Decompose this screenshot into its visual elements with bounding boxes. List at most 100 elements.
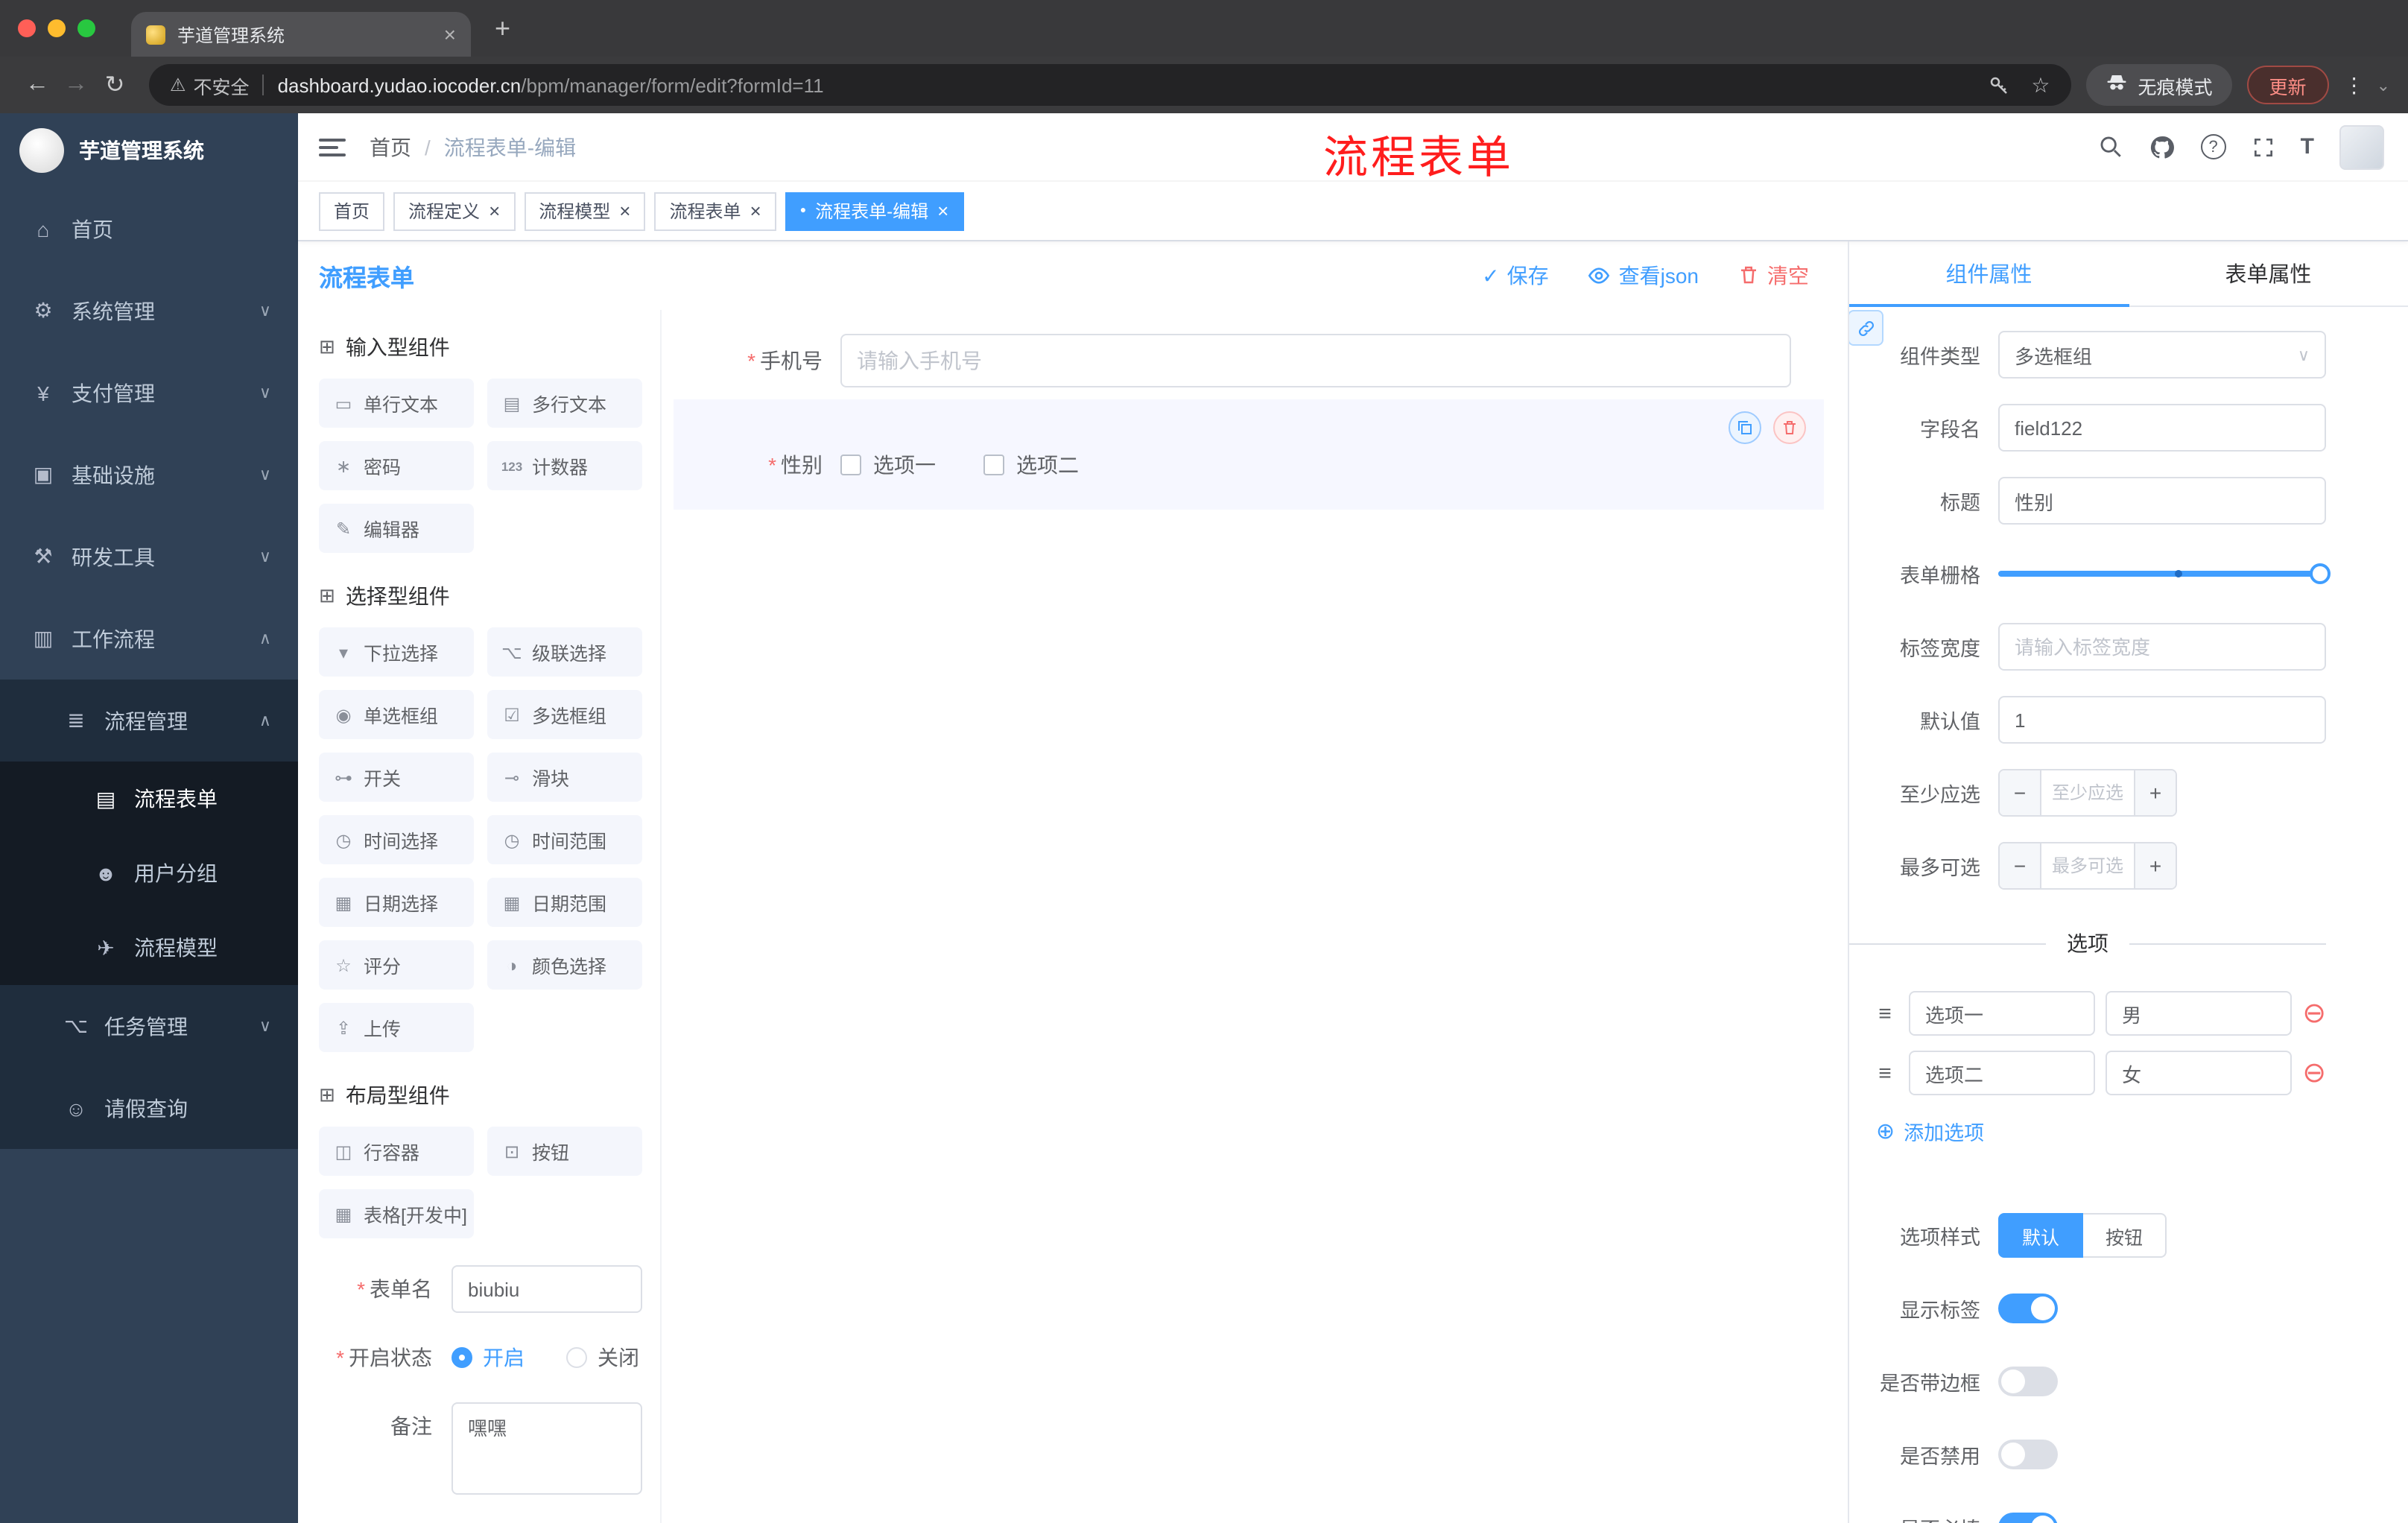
field-name-input[interactable] (1998, 404, 2326, 452)
back-button[interactable]: ← (18, 72, 57, 98)
status-radio-on[interactable]: 开启 (452, 1343, 525, 1372)
palette-item-editor[interactable]: ✎ 编辑器 (319, 504, 474, 553)
option2-name-input[interactable] (1909, 1051, 2096, 1095)
sidebar-item-process-mgmt[interactable]: ≣ 流程管理 ∧ (0, 680, 298, 762)
save-button[interactable]: ✓ 保存 (1482, 261, 1548, 291)
key-icon[interactable] (1988, 74, 2010, 96)
close-icon[interactable]: × (489, 200, 500, 222)
close-icon[interactable]: × (619, 200, 630, 222)
required-switch[interactable] (1998, 1513, 2058, 1523)
canvas-field-gender-selected[interactable]: * 性别 选项一 选项二 (674, 399, 1824, 510)
label-width-input[interactable] (1998, 623, 2326, 671)
sidebar-item-infra[interactable]: ▣ 基础设施 ∨ (0, 434, 298, 516)
remark-textarea[interactable]: 嘿嘿 (452, 1402, 642, 1495)
palette-item-checkbox-group[interactable]: ☑ 多选框组 (487, 690, 642, 739)
tab-component-props[interactable]: 组件属性 (1849, 241, 2129, 307)
minimize-window-button[interactable] (48, 19, 66, 37)
palette-item-radio-group[interactable]: ◉ 单选框组 (319, 690, 474, 739)
border-switch[interactable] (1998, 1367, 2058, 1396)
increase-button[interactable]: + (2134, 770, 2176, 815)
zoom-window-button[interactable] (77, 19, 95, 37)
sidebar-item-process-model[interactable]: ✈ 流程模型 (0, 911, 298, 985)
sidebar-item-workflow[interactable]: ▥ 工作流程 ∧ (0, 598, 298, 680)
palette-item-color-picker[interactable]: ◑ 颜色选择 (487, 940, 642, 990)
palette-item-time-range[interactable]: ◷ 时间范围 (487, 815, 642, 864)
increase-button[interactable]: + (2134, 843, 2176, 888)
disabled-switch[interactable] (1998, 1440, 2058, 1469)
doc-link-button[interactable] (1849, 310, 1883, 346)
phone-input[interactable] (840, 334, 1791, 387)
palette-item-slider[interactable]: ⊸ 滑块 (487, 753, 642, 802)
form-name-input[interactable] (452, 1265, 642, 1313)
breadcrumb-home[interactable]: 首页 (370, 132, 411, 162)
component-type-select[interactable]: 多选框组 ∨ (1998, 331, 2326, 379)
address-bar[interactable]: ⚠ 不安全 dashboard.yudao.iocoder.cn /bpm/ma… (149, 64, 2071, 106)
canvas-field-phone[interactable]: * 手机号 (674, 334, 1824, 387)
drag-handle-icon[interactable]: ≡ (1872, 1060, 1898, 1086)
palette-item-row-container[interactable]: ◫ 行容器 (319, 1127, 474, 1176)
font-size-icon[interactable]: T (2301, 134, 2314, 159)
palette-item-password[interactable]: ∗ 密码 (319, 441, 474, 490)
toolbar-chevron-icon[interactable]: ⌄ (2377, 75, 2390, 95)
sidebar-item-devtools[interactable]: ⚒ 研发工具 ∨ (0, 516, 298, 598)
remove-option-icon[interactable]: ⊖ (2302, 999, 2326, 1028)
app-logo[interactable]: 芋道管理系统 (0, 113, 298, 188)
security-label[interactable]: 不安全 (194, 71, 250, 99)
sidebar-item-user-group[interactable]: ☻ 用户分组 (0, 836, 298, 911)
sidebar-item-home[interactable]: ⌂ 首页 (0, 188, 298, 270)
palette-item-counter[interactable]: 123 计数器 (487, 441, 642, 490)
github-icon[interactable] (2149, 133, 2176, 160)
option1-name-input[interactable] (1909, 991, 2096, 1036)
sidebar-item-leave-query[interactable]: ☺ 请假查询 (0, 1067, 298, 1149)
form-canvas[interactable]: * 手机号 请输入手机号 * 性别 选项一 选项二 (662, 310, 1848, 1523)
reload-button[interactable]: ↻ (95, 70, 134, 100)
close-window-button[interactable] (18, 19, 36, 37)
tab-close-icon[interactable]: × (444, 22, 456, 46)
help-icon[interactable]: ? (2200, 134, 2226, 159)
bookmark-star-icon[interactable]: ☆ (2031, 72, 2050, 98)
palette-item-upload[interactable]: ⇪ 上传 (319, 1003, 474, 1052)
option2-value-input[interactable] (2106, 1051, 2293, 1095)
decrease-button[interactable]: − (2000, 770, 2041, 815)
tag-process-form[interactable]: 流程表单 × (654, 191, 776, 230)
palette-item-rate[interactable]: ☆ 评分 (319, 940, 474, 990)
palette-item-table[interactable]: ▦ 表格[开发中] (319, 1189, 474, 1238)
status-radio-off[interactable]: 关闭 (566, 1343, 639, 1372)
sidebar-item-payment[interactable]: ¥ 支付管理 ∨ (0, 352, 298, 434)
title-input[interactable] (1998, 477, 2326, 525)
delete-field-button[interactable] (1773, 411, 1806, 444)
palette-item-select[interactable]: ▾ 下拉选择 (319, 627, 474, 677)
show-label-switch[interactable] (1998, 1294, 2058, 1323)
style-default-button[interactable]: 默认 (1998, 1213, 2084, 1258)
gender-checkbox-option2[interactable]: 选项二 (983, 450, 1079, 480)
palette-item-single-text[interactable]: ▭ 单行文本 (319, 379, 474, 428)
gender-checkbox-option1[interactable]: 选项一 (840, 450, 936, 480)
browser-tab[interactable]: 芋道管理系统 × (131, 12, 471, 57)
sidebar-toggle-icon[interactable] (319, 138, 346, 156)
close-icon[interactable]: × (937, 200, 948, 222)
add-option-button[interactable]: ⊕ 添加选项 (1876, 1116, 2326, 1146)
tag-home[interactable]: 首页 (319, 191, 385, 230)
user-avatar[interactable] (2339, 124, 2384, 169)
clear-button[interactable]: 清空 (1737, 261, 1809, 291)
palette-item-date-picker[interactable]: ▦ 日期选择 (319, 878, 474, 927)
palette-item-date-range[interactable]: ▦ 日期范围 (487, 878, 642, 927)
close-icon[interactable]: × (750, 200, 761, 222)
max-select-input[interactable] (2041, 843, 2134, 888)
new-tab-button[interactable]: + (495, 13, 510, 44)
tag-process-form-edit[interactable]: ● 流程表单-编辑 × (785, 191, 964, 230)
sidebar-item-process-form[interactable]: ▤ 流程表单 (0, 762, 298, 836)
style-button-button[interactable]: 按钮 (2083, 1213, 2167, 1258)
search-icon[interactable] (2098, 134, 2123, 159)
palette-item-cascader[interactable]: ⌥ 级联选择 (487, 627, 642, 677)
remove-option-icon[interactable]: ⊖ (2302, 1059, 2326, 1087)
forward-button[interactable]: → (57, 72, 95, 98)
update-button[interactable]: 更新 (2246, 66, 2329, 104)
palette-item-button[interactable]: ⊡ 按钮 (487, 1127, 642, 1176)
drag-handle-icon[interactable]: ≡ (1872, 1001, 1898, 1026)
decrease-button[interactable]: − (2000, 843, 2041, 888)
palette-item-time-picker[interactable]: ◷ 时间选择 (319, 815, 474, 864)
view-json-button[interactable]: 查看json (1588, 261, 1699, 291)
option1-value-input[interactable] (2106, 991, 2293, 1036)
browser-menu-icon[interactable]: ⋮ (2344, 72, 2365, 98)
